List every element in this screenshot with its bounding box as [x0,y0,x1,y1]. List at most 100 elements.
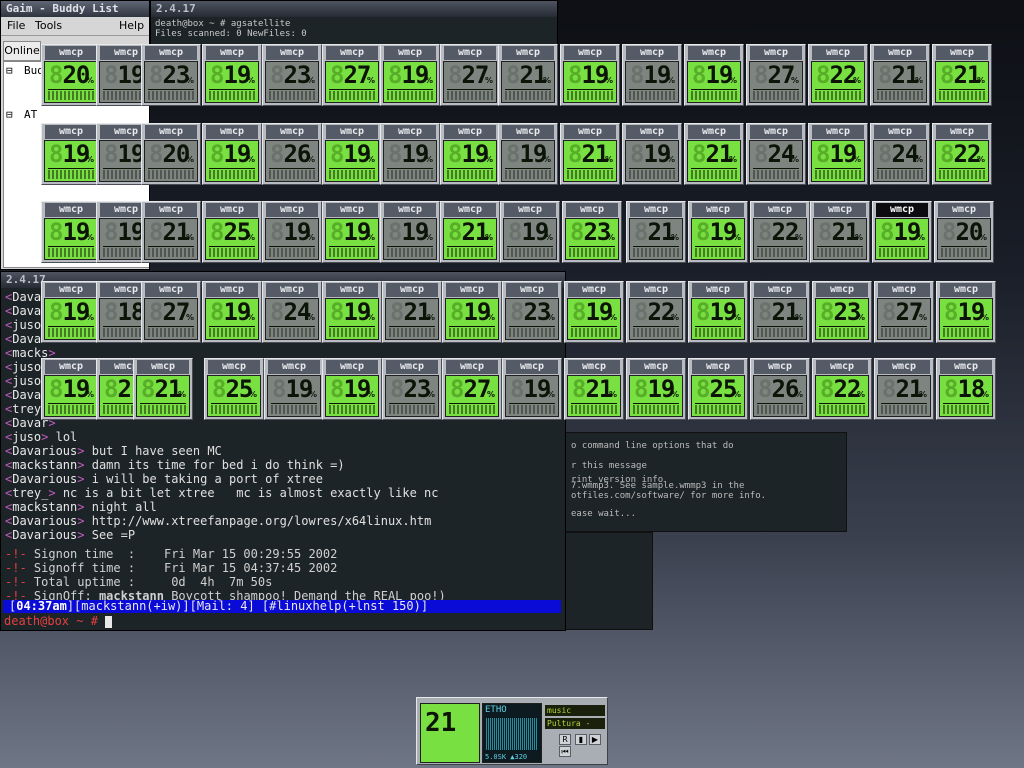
wmcp-dockapp[interactable]: wmcp 825% [202,201,262,263]
menu-tools[interactable]: Tools [35,17,62,35]
wmcp-dockapp[interactable]: wmcp819% [41,123,101,185]
cpu-monitor-dockapp[interactable]: 21 [420,703,480,763]
wmcp-dockapp[interactable]: wmcp819% [684,44,744,106]
wmcp-dockapp[interactable]: wmcp 821% [382,281,442,343]
wmcp-dockapp[interactable]: wmcp 823% [562,201,622,263]
wmcp-dockapp[interactable]: wmcp819% [440,123,500,185]
wmcp-dockapp[interactable]: wmcp819% [622,44,682,106]
wmcp-dockapp[interactable]: wmcp 826% [262,123,322,185]
wmcp-dockapp[interactable]: wmcp 821% [874,358,934,420]
wmcp-dockapp[interactable]: wmcp819% [380,123,440,185]
stop-button[interactable]: ▮ [575,734,587,745]
cpu-percent: 823 [149,61,190,89]
wmcp-dockapp[interactable]: wmcp 820% [41,44,101,106]
wmcp-dockapp[interactable]: wmcp819% [322,358,382,420]
network-monitor-dockapp[interactable]: ETHO 5.0SK ▲320 [482,703,542,763]
wmcp-dockapp[interactable]: wmcp819% [380,44,440,106]
wmcp-dockapp[interactable]: wmcp 827% [746,44,806,106]
wmcp-dockapp[interactable]: wmcp819% [808,123,868,185]
wmcp-dockapp[interactable]: wmcp818% [936,358,996,420]
wmcp-dockapp[interactable]: wmcp 821% [626,201,686,263]
wmcp-dockapp[interactable]: wmcp819% [560,44,620,106]
terminal-titlebar[interactable]: 2.4.17 [151,1,557,17]
wmcp-dockapp[interactable]: wmcp 821% [141,201,201,263]
wmcp-dockapp[interactable]: wmcp819% [688,201,748,263]
wmcp-dockapp[interactable]: wmcp 823% [141,44,201,106]
shell-prompt[interactable]: death@box ~ # [4,614,113,628]
wmcp-dockapp[interactable]: wmcp 823% [812,281,872,343]
cpu-display: 819% [691,218,745,260]
wmcp-dockapp[interactable]: wmcp819% [41,201,101,263]
wmcp-dockapp[interactable]: wmcp819% [500,201,560,263]
wmcp-dockapp[interactable]: wmcp 823% [262,44,322,106]
wmcp-dockapp[interactable]: wmcp 825% [688,358,748,420]
wmcp-dockapp[interactable]: wmcp819% [41,358,101,420]
wmcp-dockapp[interactable]: wmcp819% [936,281,996,343]
wmcp-dockapp[interactable]: wmcp819% [502,358,562,420]
menu-file[interactable]: File [7,17,25,35]
wmcp-dockapp[interactable]: wmcp 820% [934,201,994,263]
wmcp-dockapp[interactable]: wmcp819% [264,358,324,420]
cpu-bar [629,168,675,169]
cpu-bar [877,89,923,90]
wmcp-dockapp[interactable]: wmcp 824% [746,123,806,185]
wmcp-dockapp[interactable]: wmcp819% [688,281,748,343]
wmcp-dockapp[interactable]: wmcp 827% [440,44,500,106]
wmcp-dockapp[interactable]: wmcp 821% [564,358,624,420]
wmcp-dockapp[interactable]: wmcp819% [41,281,101,343]
wmcp-dockapp[interactable]: wmcp819% [380,201,440,263]
cpu-bar [209,89,255,90]
mp3-player-dockapp[interactable]: music Pultura - R ▮ ▶ ⏮ [545,703,605,761]
gaim-titlebar[interactable]: Gaim - Buddy List [1,1,149,17]
menu-help[interactable]: Help [119,17,144,35]
wmcp-dockapp[interactable]: wmcp819% [498,123,558,185]
wmcp-dockapp[interactable]: wmcp 827% [874,281,934,343]
wmcp-dockapp[interactable]: wmcp819% [262,201,322,263]
wmcp-dockapp[interactable]: wmcp 821% [870,44,930,106]
play-button[interactable]: ▶ [589,734,601,745]
wmcp-dockapp[interactable]: wmcp 821% [440,201,500,263]
wmcp-dockapp[interactable]: wmcp 821% [932,44,992,106]
wmcp-dockapp[interactable]: wmcp 822% [750,201,810,263]
wmcp-dockapp[interactable]: wmcp 821% [560,123,620,185]
wmcp-dockapp[interactable]: wmcp 821% [133,358,193,420]
wmcp-dockapp[interactable]: wmcp 822% [626,281,686,343]
wmcp-dockapp[interactable]: wmcp 821% [810,201,870,263]
wmcp-dockapp[interactable]: wmcp819% [622,123,682,185]
group-expander-icon[interactable]: ⊟ [6,108,13,121]
wmcp-dockapp[interactable]: wmcp 822% [812,358,872,420]
wmcp-dockapp[interactable]: wmcp 821% [750,281,810,343]
tab-online[interactable]: Online [3,41,41,61]
wmcp-dockapp[interactable]: wmcp 822% [932,123,992,185]
wmcp-dockapp[interactable]: wmcp819% [202,44,262,106]
cpu-percent: 819 [330,298,371,326]
repeat-button[interactable]: R [559,734,571,745]
previous-button[interactable]: ⏮ [559,746,571,757]
wmcp-dockapp[interactable]: wmcp 820% [141,123,201,185]
wmcp-dockapp[interactable]: wmcp819% [322,281,382,343]
wmcp-dockapp[interactable]: wmcp819% [322,201,382,263]
wmcp-dockapp[interactable]: wmcp 826% [750,358,810,420]
wmcp-dockapp[interactable]: wmcp819% [872,201,932,263]
wmcp-dockapp[interactable]: wmcp819% [564,281,624,343]
group-at[interactable]: AT [24,108,37,121]
wmcp-dockapp[interactable]: wmcp 821% [684,123,744,185]
wmcp-dockapp[interactable]: wmcp 824% [262,281,322,343]
wmcp-dockapp[interactable]: wmcp 827% [442,358,502,420]
wmcp-dockapp[interactable]: wmcp819% [442,281,502,343]
chat-line: <Davarious> See =P [5,528,136,542]
wmcp-dockapp[interactable]: wmcp819% [626,358,686,420]
wmcp-dockapp[interactable]: wmcp 827% [141,281,201,343]
wmcp-dockapp[interactable]: wmcp 821% [498,44,558,106]
wmcp-dockapp[interactable]: wmcp 823% [502,281,562,343]
wmcp-dockapp[interactable]: wmcp 824% [870,123,930,185]
wmcp-dockapp[interactable]: wmcp 827% [322,44,382,106]
group-expander-icon[interactable]: ⊟ [6,64,13,77]
wmcp-dockapp[interactable]: wmcp819% [322,123,382,185]
wmcp-dockapp[interactable]: wmcp819% [202,123,262,185]
wmcp-dockapp[interactable]: wmcp819% [202,281,262,343]
wmcp-dockapp[interactable]: wmcp 823% [382,358,442,420]
wmcp-dockapp[interactable]: wmcp 822% [808,44,868,106]
wmcp-dockapp[interactable]: wmcp 825% [204,358,264,420]
chat-text: but I have seen MC [91,444,222,458]
